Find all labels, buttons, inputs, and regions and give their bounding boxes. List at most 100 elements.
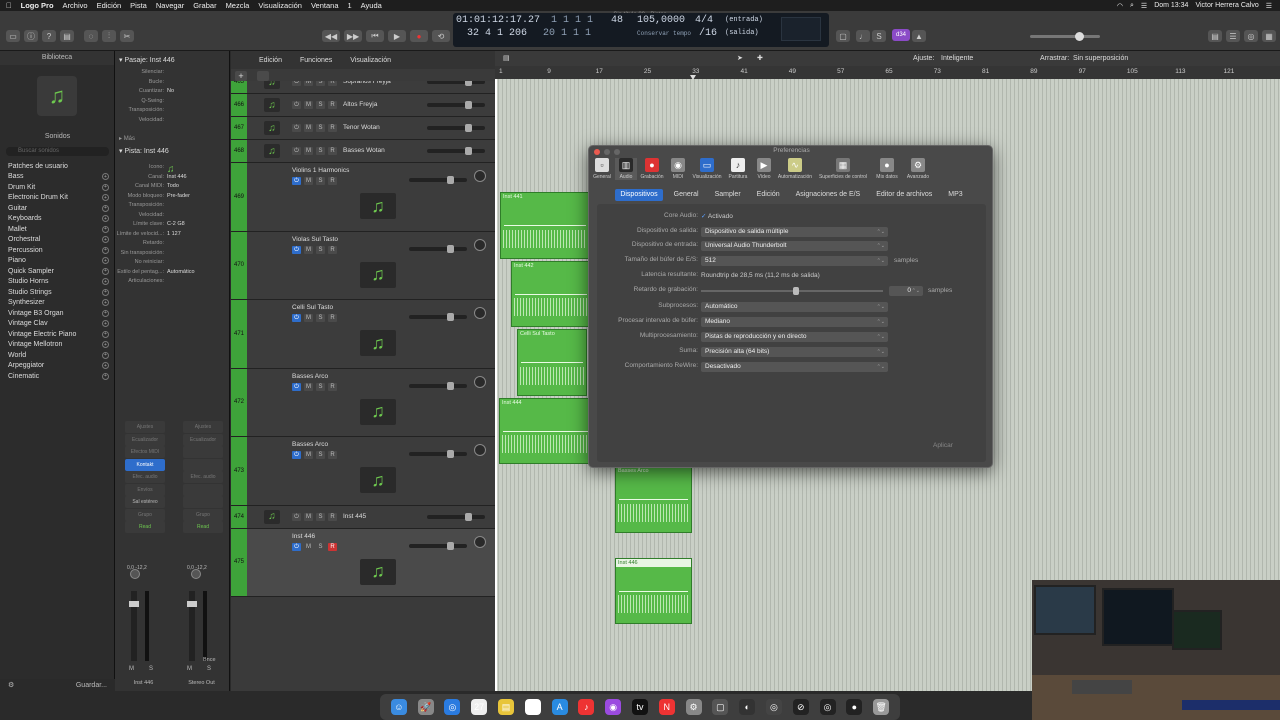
strip2-slot[interactable] [183,496,223,508]
inspector-row[interactable]: Velocidad: [115,117,230,123]
volume-fader-1[interactable] [129,591,139,661]
inspector-row[interactable]: Límite de velocid...: 1 127 [115,231,230,237]
play-button[interactable]: ▶ [388,30,406,42]
volume-fader-2[interactable] [187,591,197,661]
browsers-button[interactable]: ▦ [1262,30,1276,42]
inspector-row[interactable]: Velocidad: [115,212,230,218]
power-button[interactable]: ⏻ [292,147,301,155]
add-icon[interactable]: + [102,351,109,359]
track-name[interactable]: Altos Freyja [343,101,377,108]
track-name[interactable]: Tenor Wotan [343,124,380,131]
system-prefs-icon[interactable]: ⚙ [685,699,702,715]
prefs-select[interactable]: Desactivado [701,362,888,372]
core-audio-checkbox[interactable]: ✓ Activado [701,212,733,222]
track-name[interactable]: Inst 446 [292,533,315,540]
utility-icon[interactable]: ▢ [712,699,729,715]
track-volume-fader[interactable] [427,147,485,155]
inspector-row[interactable]: Cuantizar: No [115,88,230,94]
menu-grabar[interactable]: Grabar [193,1,216,10]
midi-region[interactable]: Basses Arco [615,466,692,533]
add-icon[interactable]: + [102,257,109,265]
menu-edicion[interactable]: Edición [97,1,122,10]
library-item[interactable]: Synthesizer + [0,298,115,309]
add-icon[interactable]: + [102,372,109,380]
cpu-meter[interactable]: d34 [892,29,910,41]
strip2-slot[interactable] [183,458,223,471]
record-enable-button[interactable]: R [328,542,337,551]
track-volume-fader[interactable] [409,381,467,390]
track-icon[interactable]: ♫ [264,509,280,524]
track-volume-fader[interactable] [409,313,467,321]
replace-button[interactable]: ▢ [836,30,850,42]
library-item[interactable]: Vintage Electric Piano + [0,329,115,340]
notepad-button[interactable]: ▤ [1208,30,1222,42]
track-name[interactable]: Basses Wotan [343,147,385,154]
strip1-solo[interactable]: S [149,666,153,672]
go-to-start-button[interactable]: ⏮ [366,30,384,42]
solo-button[interactable]: S [316,314,325,322]
prefs-tab-recording[interactable]: ● Grabación [639,158,665,180]
add-icon[interactable]: + [102,320,109,328]
library-item[interactable]: Orchestral + [0,235,115,246]
inspector-row[interactable]: Límite clave: C-2 G8 [115,221,230,227]
library-item[interactable]: Guitar + [0,203,115,214]
mute-button[interactable]: M [304,382,313,391]
note-icon[interactable]: ♫ [360,467,396,493]
inspector-button[interactable]: ⓘ [24,30,38,42]
menubar-user[interactable]: Victor Herrera Calvo [1195,2,1258,9]
forward-button[interactable]: ▶▶ [344,30,362,42]
prefs-select[interactable]: Automático [701,302,888,312]
track-pan-knob[interactable] [474,307,486,319]
prefs-tab-my-info[interactable]: ● Mis datos [873,158,901,180]
note-icon[interactable]: ♫ [360,398,396,425]
note-icon[interactable]: ♫ [360,558,396,585]
record-enable-button[interactable]: R [328,124,337,132]
mute-button[interactable]: M [304,177,313,185]
power-button[interactable]: ⏻ [292,314,301,322]
add-icon[interactable]: + [102,183,109,191]
track-volume-fader[interactable] [427,101,485,109]
track-pan-knob[interactable] [474,375,486,388]
inspector-row[interactable]: Articulaciones: [115,278,230,284]
track-volume-fader[interactable] [409,244,467,253]
menu-ventana[interactable]: Ventana [311,1,339,10]
track-icon[interactable]: ♫ [264,121,280,135]
prefs-subtab[interactable]: Sampler [710,189,746,201]
strip1-slot[interactable]: Efec. audio [125,471,165,483]
strip1-slot[interactable]: Kontakt [125,458,165,471]
inspector-row[interactable]: Retardo: [115,240,230,246]
playhead-marker[interactable] [690,75,696,80]
library-item[interactable]: Quick Sampler + [0,266,115,277]
tv-icon[interactable]: tv [631,699,648,715]
app3-icon[interactable]: ● [846,699,863,715]
power-button[interactable]: ⏻ [292,245,301,254]
prefs-subtab[interactable]: Editor de archivos [871,189,937,201]
add-track-button[interactable]: + [235,71,247,81]
mute-button[interactable]: M [304,147,313,155]
track-name[interactable]: Violas Sul Tasto [292,236,338,243]
add-icon[interactable]: + [102,194,109,202]
solo-button[interactable]: S [316,512,325,521]
mute-button[interactable]: M [304,101,313,109]
podcasts-icon[interactable]: ◉ [605,699,622,715]
lcd-display[interactable]: 01:01:12:17.27 32 4 1 206 1 1 1 1 20 1 1… [453,13,829,47]
solo-button[interactable]: S [316,81,325,86]
inspector-row[interactable]: Q-Swing: [115,98,230,104]
snap-select[interactable]: Inteligente [941,55,973,62]
library-item[interactable]: Drum Kit + [0,182,115,193]
record-enable-button[interactable]: R [328,245,337,254]
track-header[interactable]: 473 Basses Arco ⏻ M S R ♫ [231,437,495,506]
menu-visualizacion[interactable]: Visualización [258,1,302,10]
strip2-mute[interactable]: M [187,666,192,672]
inspector-row[interactable]: Sin transposición: [115,250,230,256]
app2-icon[interactable]: ◎ [819,699,836,715]
region-inspector-header[interactable]: ▾ Pasaje: Inst 446 [119,56,175,64]
prefs-tab-audio[interactable]: ▥ Audio [615,158,637,180]
add-icon[interactable]: + [102,236,109,244]
add-icon[interactable]: + [102,309,109,317]
library-save-button[interactable]: Guardar... [76,682,107,689]
menu-visualizacion-tracks[interactable]: Visualización [350,57,391,64]
appstore-icon[interactable]: A [551,699,568,715]
library-item[interactable]: Studio Horns + [0,277,115,288]
mute-button[interactable]: M [304,314,313,322]
